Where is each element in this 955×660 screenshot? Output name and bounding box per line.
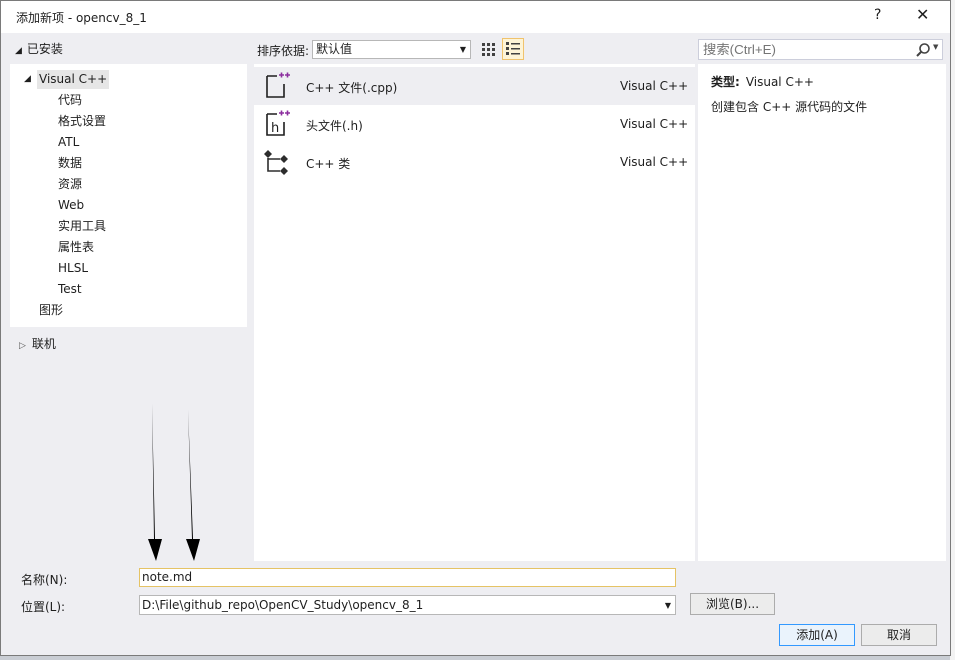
tree-item-utility[interactable]: 实用工具	[58, 217, 106, 236]
template-name: 头文件(.h)	[306, 119, 363, 133]
search-icon[interactable]	[915, 42, 931, 58]
annotation-arrows	[148, 403, 200, 561]
tree-item-formatting[interactable]: 格式设置	[58, 112, 106, 131]
cpp-file-icon	[262, 72, 290, 100]
template-list: C++ 文件(.cpp) Visual C++ h 头文件(.h) Visual…	[254, 64, 695, 561]
browse-button[interactable]: 浏览(B)...	[690, 593, 775, 615]
header-file-icon: h	[262, 110, 290, 138]
description-panel: 类型: Visual C++ 创建包含 C++ 源代码的文件	[698, 64, 946, 561]
description-text: 创建包含 C++ 源代码的文件	[711, 100, 868, 114]
expanded-triangle-icon[interactable]: ◢	[24, 74, 31, 84]
tree-item-atl[interactable]: ATL	[58, 133, 79, 152]
category-tree: ◢ Visual C++ 代码 格式设置 ATL 数据 资源 Web 实用工具 …	[10, 64, 247, 327]
template-name: C++ 类	[306, 157, 351, 171]
sort-label: 排序依据:	[257, 44, 310, 58]
tree-item-hlsl[interactable]: HLSL	[58, 259, 88, 278]
online-label: 联机	[31, 337, 56, 351]
dropdown-arrow-icon[interactable]: ▼	[665, 597, 671, 615]
type-label: 类型:	[711, 75, 740, 89]
expanded-triangle-icon: ◢	[15, 46, 22, 56]
close-button[interactable]: ✕	[916, 5, 929, 24]
list-item-cpp-class[interactable]: C++ 类 Visual C++	[254, 143, 695, 181]
list-item-header-file[interactable]: h 头文件(.h) Visual C++	[254, 105, 695, 143]
sort-dropdown[interactable]: 默认值 ▼	[312, 40, 471, 59]
sort-value: 默认值	[316, 42, 353, 56]
online-node[interactable]: ▷ 联机	[19, 335, 56, 352]
tree-item-code[interactable]: 代码	[58, 91, 82, 110]
cpp-class-icon	[262, 148, 290, 176]
title-bar: 添加新项 - opencv_8_1 ? ✕	[1, 1, 950, 33]
template-name: C++ 文件(.cpp)	[306, 81, 398, 95]
name-label: 名称(N):	[21, 573, 68, 587]
help-button[interactable]: ?	[874, 7, 881, 23]
name-input[interactable]: note.md	[139, 568, 676, 587]
location-value: D:\File\github_repo\OpenCV_Study\opencv_…	[142, 598, 424, 612]
template-language: Visual C++	[620, 79, 689, 93]
tree-item-resource[interactable]: 资源	[58, 175, 82, 194]
list-view-icon[interactable]	[502, 38, 524, 60]
template-language: Visual C++	[620, 117, 689, 131]
installed-header[interactable]: ◢ 已安装	[15, 40, 63, 57]
tree-item-web[interactable]: Web	[58, 196, 84, 215]
grid-view-icon[interactable]	[479, 39, 499, 59]
tree-item-graphics[interactable]: 图形	[39, 301, 63, 320]
svg-text:h: h	[271, 121, 279, 136]
dropdown-arrow-icon: ▼	[459, 45, 466, 54]
search-input[interactable]	[698, 39, 943, 60]
installed-label: 已安装	[26, 42, 63, 56]
cancel-button[interactable]: 取消	[861, 624, 937, 646]
collapsed-triangle-icon: ▷	[19, 341, 26, 351]
tree-item-property-sheet[interactable]: 属性表	[58, 238, 94, 257]
add-button[interactable]: 添加(A)	[779, 624, 855, 646]
location-label: 位置(L):	[21, 600, 66, 614]
down-arrow-icon	[186, 409, 200, 561]
add-new-item-dialog: 添加新项 - opencv_8_1 ? ✕ ◢ 已安装 ◢ Visual C++ …	[0, 0, 951, 656]
location-input[interactable]: D:\File\github_repo\OpenCV_Study\opencv_…	[139, 595, 676, 615]
tree-item-visual-cpp[interactable]: Visual C++	[37, 70, 110, 89]
list-item-cpp-file[interactable]: C++ 文件(.cpp) Visual C++	[254, 67, 695, 105]
type-value: Visual C++	[745, 75, 814, 89]
description-type: 类型: Visual C++	[711, 73, 814, 90]
dialog-title: 添加新项 - opencv_8_1	[16, 11, 147, 25]
tree-item-data[interactable]: 数据	[58, 154, 82, 173]
template-language: Visual C++	[620, 155, 689, 169]
down-arrow-icon	[148, 403, 162, 561]
search-options-arrow-icon[interactable]: ▼	[933, 43, 938, 51]
tree-item-test[interactable]: Test	[58, 280, 82, 299]
